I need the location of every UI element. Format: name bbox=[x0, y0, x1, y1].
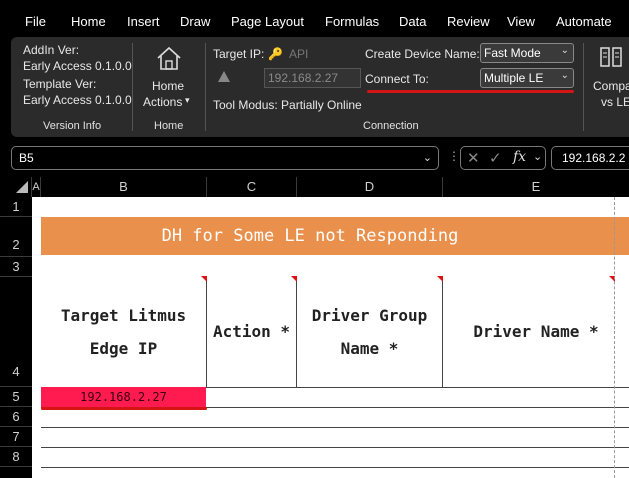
formula-buttons: ✕ ✓ fx ⌄ bbox=[460, 146, 546, 170]
group-separator bbox=[132, 43, 133, 131]
name-box[interactable]: B5 ⌄ bbox=[11, 146, 439, 170]
cell-b5[interactable]: 192.168.2.27 bbox=[41, 387, 206, 407]
addin-ver-value: Early Access 0.1.0.0 bbox=[23, 59, 132, 73]
row-header-1[interactable]: 1 bbox=[0, 197, 32, 217]
create-device-dropdown[interactable]: Fast Mode ⌄ bbox=[480, 43, 574, 63]
sheet-title-banner[interactable]: DH for Some LE not Responding bbox=[41, 217, 629, 255]
menu-view[interactable]: View bbox=[507, 14, 535, 29]
template-ver-value: Early Access 0.1.0.0 bbox=[23, 93, 132, 107]
version-group-label: Version Info bbox=[43, 120, 102, 132]
group-separator bbox=[583, 43, 584, 131]
compare-button[interactable]: Compa vs LE bbox=[591, 43, 629, 113]
connect-to-value: Multiple LE bbox=[484, 71, 544, 85]
tool-modus-text: Tool Modus: Partially Online bbox=[213, 98, 362, 112]
api-label: API bbox=[289, 47, 309, 61]
menu-draw[interactable]: Draw bbox=[180, 14, 210, 29]
name-box-value: B5 bbox=[19, 151, 34, 165]
menu-review[interactable]: Review bbox=[447, 14, 490, 29]
menu-data[interactable]: Data bbox=[399, 14, 426, 29]
row-header-9[interactable] bbox=[0, 467, 32, 478]
header-e-line1: Driver Name * bbox=[473, 322, 599, 341]
menu-automate[interactable]: Automate bbox=[556, 14, 612, 29]
row-header-7[interactable]: 7 bbox=[0, 427, 32, 447]
more-options-icon[interactable]: ⋮ bbox=[448, 149, 460, 163]
home-actions-label-1: Home bbox=[152, 79, 185, 93]
column-header-d[interactable]: D bbox=[297, 177, 443, 197]
group-separator bbox=[205, 43, 206, 131]
key-icon[interactable]: 🔑 bbox=[268, 47, 283, 61]
menu-file[interactable]: File bbox=[25, 14, 46, 29]
row-divider bbox=[41, 447, 629, 448]
menu-bar: File Home Insert Draw Page Layout Formul… bbox=[0, 0, 629, 42]
menu-insert[interactable]: Insert bbox=[127, 14, 160, 29]
column-header-e[interactable]: E bbox=[443, 177, 629, 197]
formula-input[interactable]: 192.168.2.2 bbox=[551, 146, 629, 170]
chevron-down-icon: ⌄ bbox=[560, 45, 569, 56]
spreadsheet-grid: A B C D E 1 2 3 4 5 6 7 8 DH for Some LE… bbox=[0, 177, 629, 478]
chevron-down-icon: ▾ bbox=[185, 95, 190, 105]
header-d-line1: Driver Group bbox=[311, 305, 428, 325]
row-header-4[interactable]: 4 bbox=[0, 277, 32, 387]
connect-to-dropdown[interactable]: Multiple LE ⌄ bbox=[480, 68, 574, 88]
row-header-6[interactable]: 6 bbox=[0, 407, 32, 427]
chevron-down-icon: ⌄ bbox=[422, 152, 432, 164]
header-action[interactable]: Action * bbox=[207, 276, 297, 387]
header-b-line1: Target Litmus bbox=[60, 305, 187, 325]
row-divider bbox=[41, 467, 629, 468]
row-header-2[interactable]: 2 bbox=[0, 217, 32, 257]
warning-icon bbox=[218, 71, 230, 82]
home-actions-button[interactable]: Home Actions ▾ bbox=[143, 43, 195, 113]
create-device-value: Fast Mode bbox=[484, 46, 541, 60]
compare-label-1: Compa bbox=[593, 79, 629, 93]
menu-home[interactable]: Home bbox=[71, 14, 106, 29]
ribbon: AddIn Ver: Early Access 0.1.0.0 Template… bbox=[11, 37, 629, 137]
compare-label-2: vs LE bbox=[601, 95, 629, 109]
select-all-corner[interactable] bbox=[0, 177, 32, 197]
header-b-line2: Edge IP bbox=[89, 338, 158, 358]
home-actions-label-2: Actions bbox=[143, 95, 183, 109]
column-a-cells[interactable] bbox=[32, 197, 41, 478]
page-break-line bbox=[614, 197, 615, 478]
column-header-a[interactable]: A bbox=[32, 177, 41, 197]
addin-ver-label: AddIn Ver: bbox=[23, 43, 80, 57]
menu-page-layout[interactable]: Page Layout bbox=[231, 14, 304, 29]
house-icon bbox=[157, 46, 181, 70]
connect-to-highlight-underline bbox=[367, 90, 574, 93]
target-ip-input[interactable]: 192.168.2.27 bbox=[264, 68, 361, 88]
row-divider bbox=[41, 427, 629, 428]
menu-formulas[interactable]: Formulas bbox=[325, 14, 379, 29]
home-group-label: Home bbox=[154, 120, 184, 132]
header-target-litmus-edge-ip[interactable]: Target Litmus Edge IP bbox=[41, 276, 207, 387]
create-device-label: Create Device Name: bbox=[365, 47, 480, 61]
header-c-line1: Action * bbox=[212, 322, 291, 341]
row-header-8[interactable]: 8 bbox=[0, 447, 32, 467]
compare-icon bbox=[600, 47, 622, 67]
header-driver-group-name[interactable]: Driver Group Name * bbox=[297, 276, 443, 387]
connect-to-label: Connect To: bbox=[365, 72, 429, 86]
confirm-icon[interactable]: ✓ bbox=[489, 149, 502, 167]
column-header-b[interactable]: B bbox=[41, 177, 207, 197]
target-ip-label: Target IP: bbox=[213, 47, 265, 61]
cell-b5-highlight-underline bbox=[41, 407, 207, 410]
cancel-icon[interactable]: ✕ bbox=[467, 149, 480, 167]
row-header-3[interactable]: 3 bbox=[0, 257, 32, 277]
function-icon[interactable]: fx bbox=[513, 149, 526, 165]
header-d-line2: Name * bbox=[340, 338, 399, 358]
chevron-down-icon: ⌄ bbox=[560, 70, 569, 81]
formula-bar: B5 ⌄ ⋮ ✕ ✓ fx ⌄ 192.168.2.2 bbox=[0, 137, 629, 177]
column-header-c[interactable]: C bbox=[207, 177, 297, 197]
template-ver-label: Template Ver: bbox=[23, 77, 97, 91]
header-driver-name[interactable]: Driver Name * bbox=[443, 276, 629, 387]
row-header-5[interactable]: 5 bbox=[0, 387, 32, 407]
chevron-down-icon[interactable]: ⌄ bbox=[533, 150, 542, 163]
connection-group-label: Connection bbox=[363, 120, 419, 132]
